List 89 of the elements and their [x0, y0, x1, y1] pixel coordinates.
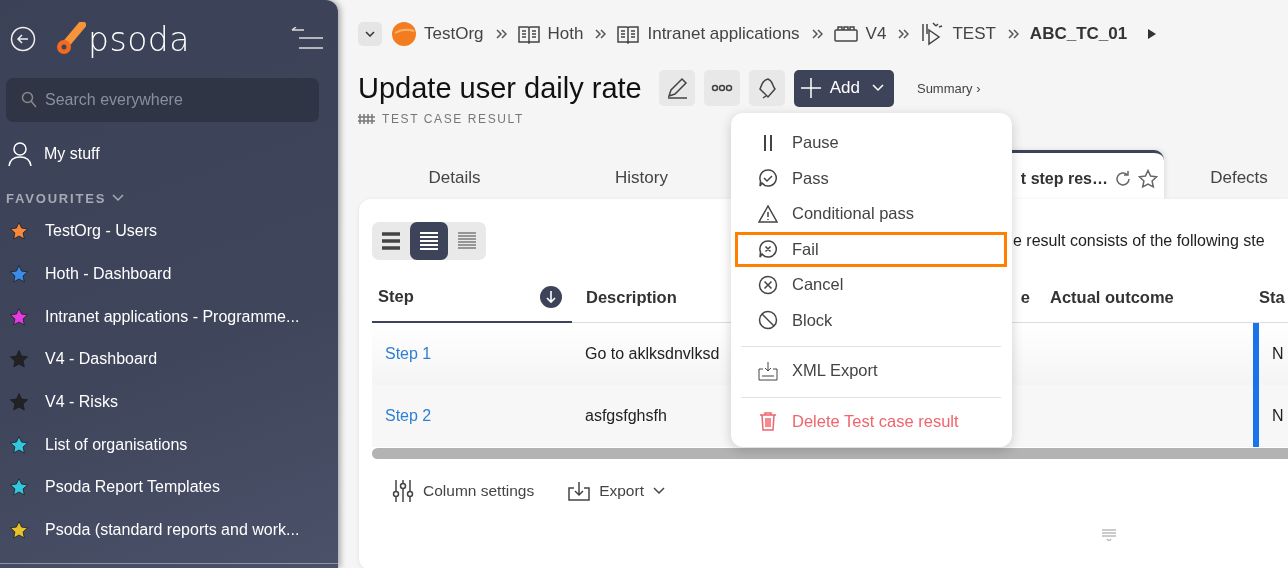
menu-icon	[290, 27, 324, 51]
tab[interactable]: Details	[361, 150, 548, 199]
chevron-down-icon	[112, 194, 125, 202]
breadcrumb-link[interactable]: ABC_TC_01	[1029, 24, 1128, 44]
favourite-item[interactable]: Psoda Report Templates	[0, 466, 338, 509]
cross-bubble-icon	[758, 239, 778, 260]
summary-link[interactable]: Summary ›	[916, 80, 981, 96]
list-density-icon	[380, 230, 402, 252]
breadcrumb-link[interactable]: TestOrg	[424, 24, 484, 44]
export-button[interactable]: Export	[568, 481, 665, 501]
double-chevron-icon	[594, 28, 607, 40]
horizontal-scrollbar[interactable]	[372, 448, 1288, 459]
menu-item[interactable]: Pause	[735, 125, 1007, 161]
breadcrumb-link[interactable]: TEST	[952, 24, 996, 44]
table-cell: N	[1272, 345, 1284, 363]
org-avatar-icon	[392, 22, 416, 46]
double-chevron-icon	[1006, 28, 1019, 40]
book-icon	[617, 24, 640, 44]
chevron-down-icon	[871, 84, 884, 92]
column-header[interactable]: Actual outcome	[1050, 287, 1174, 307]
refresh-icon	[1114, 170, 1132, 188]
breadcrumb-link[interactable]: V4	[865, 24, 887, 44]
column-header[interactable]: Sta	[1259, 287, 1285, 307]
favourite-item[interactable]: Psoda (standard reports and work...	[0, 508, 338, 552]
box-icon	[833, 26, 858, 42]
step-link[interactable]: Step 1	[385, 345, 432, 363]
favourite-item[interactable]: V4 - Risks	[0, 380, 338, 424]
view-mode-button[interactable]	[410, 222, 448, 260]
breadcrumb-link[interactable]: Hoth	[547, 24, 584, 44]
menu-item[interactable]: Pass	[735, 160, 1007, 196]
favourites-heading: FAVOURITES	[6, 190, 107, 206]
more-button[interactable]	[703, 70, 740, 106]
list-density-icon	[418, 230, 440, 252]
menu-item[interactable]: XML Export	[741, 353, 1001, 389]
tab[interactable]: History	[548, 150, 735, 199]
tab[interactable]: Defects	[1164, 150, 1288, 199]
back-icon	[10, 26, 36, 52]
chevron-down-icon	[365, 31, 375, 37]
edit-button[interactable]	[658, 70, 695, 106]
logo-icon	[56, 22, 86, 56]
column-header[interactable]: Description	[586, 287, 677, 307]
favourite-item[interactable]: Hoth - Dashboard	[0, 252, 338, 296]
xml-file-icon	[758, 360, 778, 381]
block-icon	[758, 310, 778, 331]
double-chevron-icon	[810, 28, 823, 40]
search-icon	[21, 91, 37, 109]
chevron-down-icon	[652, 487, 665, 495]
record-type-label: TEST CASE RESULT	[382, 112, 524, 126]
add-button[interactable]: Add	[793, 69, 894, 107]
table-cell: asfgsfghsfh	[585, 407, 667, 425]
double-chevron-icon	[494, 28, 507, 40]
double-chevron-icon	[897, 28, 910, 40]
sliders-icon	[392, 479, 414, 503]
pencil-icon	[665, 77, 688, 99]
breadcrumb-dropdown-button[interactable]	[358, 22, 382, 46]
breadcrumb-link[interactable]: Intranet applications	[647, 24, 800, 44]
favourite-item[interactable]: List of organisations	[0, 423, 338, 467]
book-icon	[517, 24, 540, 44]
page-title: Update user daily rate	[358, 71, 642, 105]
menu-item[interactable]: Block	[735, 302, 1007, 338]
column-settings-button[interactable]: Column settings	[392, 479, 535, 503]
play-icon[interactable]	[1147, 28, 1158, 40]
menu-item[interactable]: Cancel	[735, 267, 1007, 303]
resize-handle-icon	[1101, 529, 1117, 541]
export-icon	[568, 481, 591, 501]
intro-text: e result consists of the following ste	[1013, 232, 1265, 250]
ellipsis-icon	[710, 84, 733, 92]
plus-icon	[799, 77, 822, 99]
favourite-item[interactable]: V4 - Dashboard	[0, 338, 338, 381]
favourite-item[interactable]: TestOrg - Users	[0, 210, 338, 253]
table-cell: N	[1272, 407, 1284, 425]
trash-icon	[758, 411, 778, 432]
favourite-item[interactable]: Intranet applications - Programme...	[0, 295, 338, 339]
menu-item[interactable]: Conditional pass	[735, 196, 1007, 232]
cancel-icon	[758, 274, 778, 295]
list-density-icon	[456, 230, 478, 252]
star-outline-icon	[1138, 169, 1158, 189]
bell-button[interactable]	[748, 70, 785, 106]
search-field[interactable]: Search everywhere	[6, 78, 319, 122]
my-stuff-link[interactable]: My stuff	[0, 122, 338, 186]
warning-icon	[758, 203, 778, 224]
table-cell: Go to aklksdnvlksd	[585, 345, 720, 363]
check-bubble-icon	[758, 168, 778, 189]
column-header[interactable]: Step	[378, 287, 414, 306]
logo-text: psoda	[88, 19, 190, 59]
menu-item[interactable]: Fail	[735, 231, 1007, 267]
person-icon	[8, 141, 32, 167]
step-link[interactable]: Step 2	[385, 407, 432, 425]
column-header[interactable]: e	[1020, 287, 1030, 307]
